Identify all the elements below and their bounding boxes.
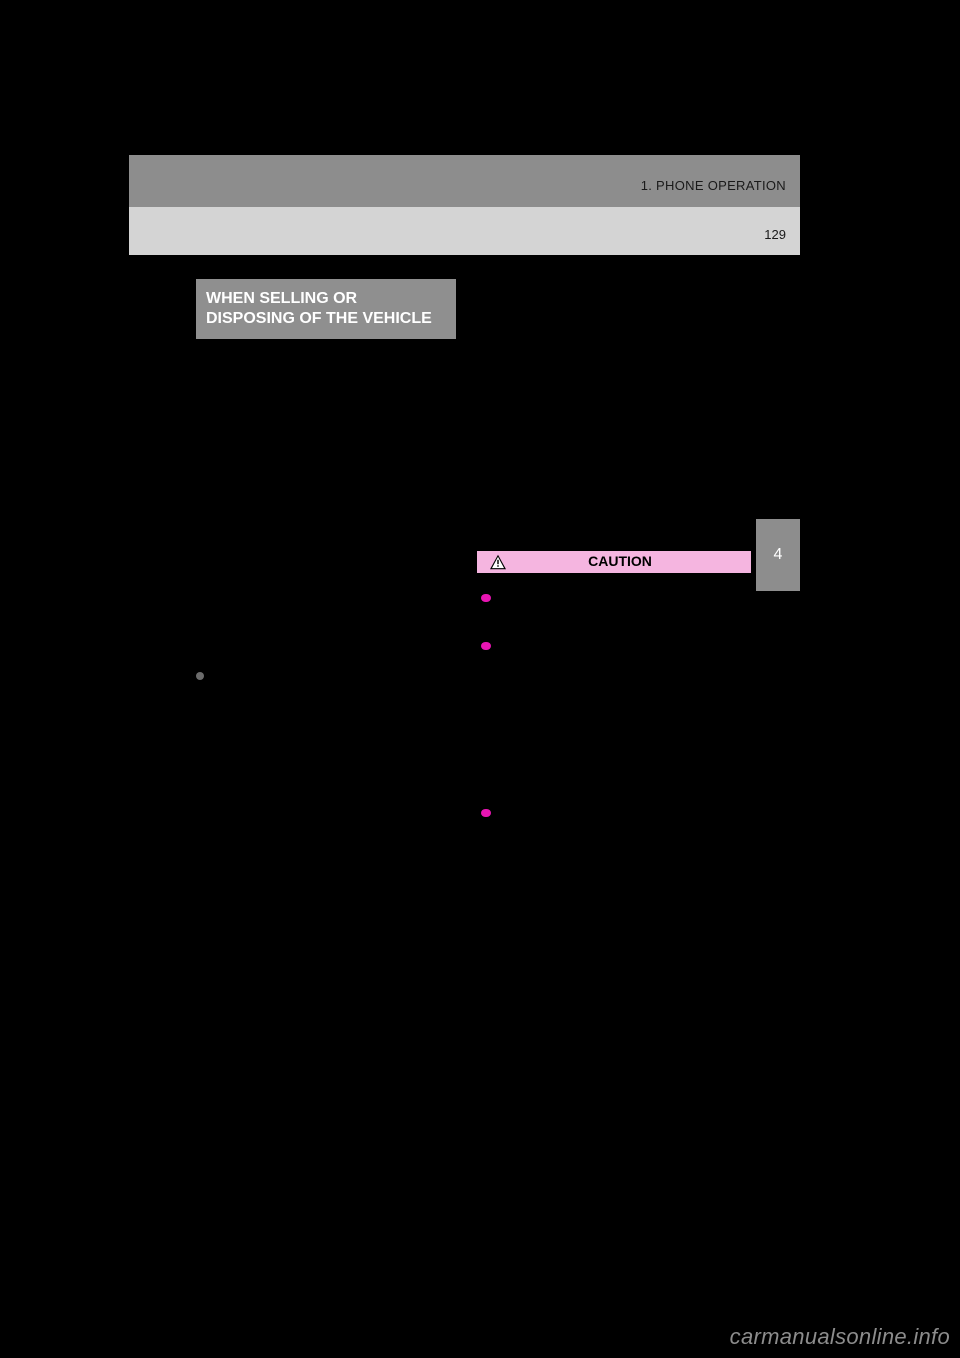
intro-text: A lot of personal data is registered whe… bbox=[196, 345, 458, 426]
page-header: 1. PHONE OPERATION 129 bbox=[129, 155, 800, 255]
pink-bullet-icon bbox=[481, 594, 491, 602]
caution-box: CAUTION Do not use a cellular phone or c… bbox=[477, 551, 751, 1017]
caution-header: CAUTION bbox=[477, 551, 751, 573]
data-list-item: • Volume setting bbox=[196, 580, 458, 600]
section-tab-number: 4 bbox=[774, 546, 783, 564]
data-list-item: • Call history data bbox=[196, 510, 458, 530]
data-list-intro: The following data in the system can be … bbox=[196, 436, 458, 477]
data-list-item: • Details setting bbox=[196, 603, 458, 623]
data-list: • Phonebook data • Call history data • Spe… bbox=[196, 487, 458, 624]
phonebook-list-item: • Speed dial data bbox=[477, 523, 751, 543]
bullet-icon bbox=[196, 672, 204, 680]
page-number: 129 bbox=[764, 227, 786, 242]
caution-bullet: Your audio unit is fitted with Bluetooth… bbox=[481, 637, 747, 796]
manual-page: 1. PHONE OPERATION 129 WHEN SELLING OR D… bbox=[0, 0, 960, 1358]
breadcrumb: 1. PHONE OPERATION bbox=[641, 178, 786, 193]
section-tab-label: BLUETOOTH® HANDS-FREE SYSTEM bbox=[808, 509, 828, 666]
section-title: WHEN SELLING OR DISPOSING OF THE VEHICLE bbox=[196, 279, 456, 339]
information-bullet: Once initialized, the data and settings … bbox=[196, 666, 458, 727]
watermark-text: carmanualsonline.info bbox=[730, 1324, 950, 1350]
information-heading: INFORMATION bbox=[196, 636, 458, 656]
caution-bullet: Do not use a cellular phone or connect t… bbox=[481, 589, 747, 629]
right-column: ABOUT THE PHONEBOOK IN THIS SYSTEM The f… bbox=[477, 340, 751, 1016]
about-phonebook-body: The following data is stored for every r… bbox=[477, 390, 751, 470]
caution-label: CAUTION bbox=[489, 552, 751, 572]
data-list-item: • Bluetooth® phone data bbox=[196, 557, 458, 577]
left-column: A lot of personal data is registered whe… bbox=[196, 335, 458, 733]
caution-body: Do not use a cellular phone or connect t… bbox=[477, 573, 751, 1017]
section-tab: 4 bbox=[756, 519, 800, 591]
caution-bullet: Before using Bluetooth® devices, users o… bbox=[481, 804, 747, 1003]
pink-bullet-icon bbox=[481, 642, 491, 650]
about-phonebook-title: ABOUT THE PHONEBOOK IN THIS SYSTEM bbox=[477, 340, 751, 380]
pink-bullet-icon bbox=[481, 809, 491, 817]
data-list-item: • Speed dial data bbox=[196, 533, 458, 553]
information-text: Once initialized, the data and settings … bbox=[212, 666, 458, 727]
caution-bullet-text: Your audio unit is fitted with Bluetooth… bbox=[498, 637, 747, 796]
phonebook-list-item: • Phonebook data bbox=[477, 479, 751, 499]
caution-bullet-text: Before using Bluetooth® devices, users o… bbox=[498, 804, 747, 1003]
data-list-item: • Phonebook data bbox=[196, 487, 458, 507]
phonebook-list: • Phonebook data• Call history data• Spe… bbox=[477, 479, 751, 543]
caution-bullet-text: Do not use a cellular phone or connect t… bbox=[498, 589, 747, 629]
phonebook-list-item: • Call history data bbox=[477, 501, 751, 521]
